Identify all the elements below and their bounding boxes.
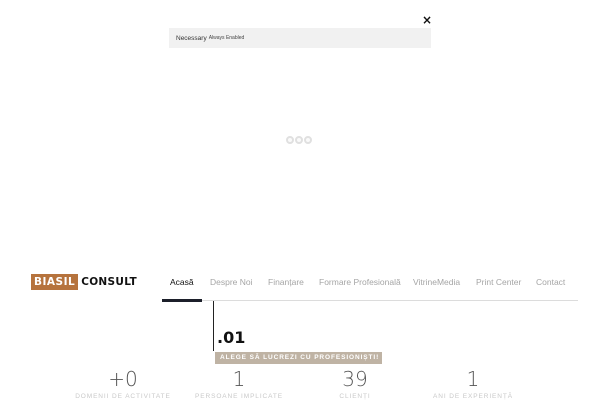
stat-domenii: +0 Domenii de activitate <box>58 367 188 400</box>
nav-item-vitrinemedia[interactable]: VitrineMedia <box>413 276 460 288</box>
cookie-category-status: Always Enabled <box>208 35 245 41</box>
nav-divider <box>162 300 578 301</box>
stat-persoane: 1 Persoane implicate <box>174 367 304 400</box>
stat-value: 1 <box>466 367 480 391</box>
nav-item-despre-noi[interactable]: Despre Noi <box>210 276 253 288</box>
section-vertical-divider <box>213 301 214 351</box>
main-nav: Acasă Despre Noi Finanțare Formare Profe… <box>0 276 600 288</box>
cookie-category-name: Necessary <box>176 34 207 42</box>
nav-item-formare-profesionala[interactable]: Formare Profesională <box>319 276 401 288</box>
close-icon[interactable]: × <box>421 13 433 27</box>
loader-dot <box>286 136 294 144</box>
loading-spinner-icon <box>285 134 313 146</box>
stat-label: Persoane implicate <box>195 393 283 400</box>
loader-dot <box>295 136 303 144</box>
nav-item-finantare[interactable]: Finanțare <box>268 276 304 288</box>
nav-item-print-center[interactable]: Print Center <box>476 276 521 288</box>
stat-label: Clienți <box>339 393 371 400</box>
section-tagline: ALEGE SĂ LUCREZI CU PROFESIONIȘTI! <box>215 352 382 364</box>
loader-dot <box>304 136 312 144</box>
cookie-category-necessary[interactable]: Necessary Always Enabled <box>169 28 431 48</box>
stat-label: Ani de experiență <box>433 393 513 400</box>
stat-label: Domenii de activitate <box>75 393 171 400</box>
stat-ani-experienta: 1 Ani de experiență <box>408 367 538 400</box>
stat-value: +0 <box>108 367 138 391</box>
stat-value: 1 <box>232 367 246 391</box>
nav-active-indicator <box>162 299 202 302</box>
nav-item-acasa[interactable]: Acasă <box>170 276 194 288</box>
section-number: .01 <box>217 328 246 347</box>
stat-clienti: 39 Clienți <box>290 367 420 400</box>
stat-value: 39 <box>342 367 368 391</box>
nav-item-contact[interactable]: Contact <box>536 276 565 288</box>
